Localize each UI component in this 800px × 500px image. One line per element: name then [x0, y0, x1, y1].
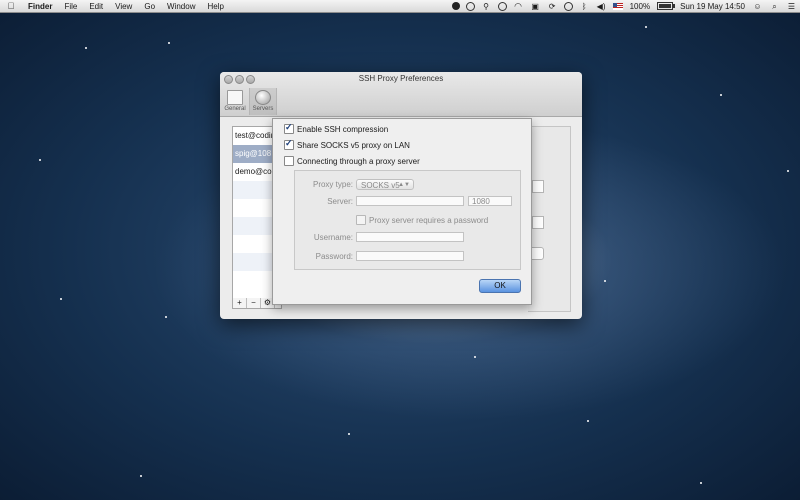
star: [39, 159, 41, 161]
server-label: Server:: [327, 197, 353, 206]
circle-icon[interactable]: [497, 1, 507, 11]
add-server-button[interactable]: +: [233, 298, 247, 308]
share-socks-label: Share SOCKS v5 proxy on LAN: [297, 140, 410, 150]
menu-finder[interactable]: Finder: [22, 2, 58, 11]
server-input[interactable]: [356, 196, 464, 206]
share-socks-row[interactable]: Share SOCKS v5 proxy on LAN: [284, 138, 410, 150]
antenna-icon[interactable]: ⚲: [481, 2, 492, 11]
details-field[interactable]: [532, 180, 544, 193]
sync-icon[interactable]: ⟳: [547, 2, 558, 11]
bluetooth-icon[interactable]: ᛒ: [579, 2, 590, 11]
menu-help[interactable]: Help: [201, 2, 229, 11]
toolbar-servers-tab[interactable]: Servers: [249, 88, 277, 115]
star: [348, 433, 350, 435]
proxy-server-group: Proxy type: SOCKS v5 ▲▼ Server: 1080 Pro…: [294, 170, 521, 270]
proxy-type-value: SOCKS v5: [361, 181, 400, 190]
requires-password-checkbox[interactable]: [356, 215, 366, 225]
menu-window[interactable]: Window: [161, 2, 201, 11]
ok-button[interactable]: OK: [479, 279, 521, 293]
details-field[interactable]: [532, 216, 544, 229]
share-socks-checkbox[interactable]: [284, 138, 294, 150]
star: [787, 170, 789, 172]
star: [700, 482, 702, 484]
clock[interactable]: Sun 19 May 14:50: [676, 2, 749, 11]
chevron-updown-icon: ▲▼: [398, 182, 410, 188]
star: [720, 94, 722, 96]
time-machine-icon[interactable]: [563, 1, 573, 11]
toolbar-general-label: General: [224, 106, 246, 112]
star: [60, 298, 62, 300]
requires-password-label: Proxy server requires a password: [369, 215, 489, 225]
through-proxy-label: Connecting through a proxy server: [297, 156, 420, 166]
title-bar: SSH Proxy Preferences General Servers: [220, 72, 582, 117]
app-status-icon[interactable]: [465, 1, 475, 11]
servers-icon: [255, 90, 271, 105]
wifi-icon[interactable]: ◠: [513, 1, 524, 11]
enable-compression-checkbox[interactable]: [284, 122, 294, 134]
enable-compression-row[interactable]: Enable SSH compression: [284, 122, 389, 134]
notification-center-icon[interactable]: ☰: [786, 2, 797, 11]
password-input[interactable]: [356, 251, 464, 261]
input-source-flag-icon[interactable]: [612, 2, 623, 10]
skype-icon[interactable]: [451, 2, 460, 10]
battery-percent[interactable]: 100%: [626, 2, 654, 11]
status-tray: ⚲ ◠ ▣ ⟳ ᛒ ◀) 100% Sun 19 May 14:50 ☺ ⌕ ☰: [449, 0, 800, 12]
spotlight-icon[interactable]: ⌕: [769, 2, 780, 11]
user-icon[interactable]: ☺: [752, 2, 763, 11]
username-input[interactable]: [356, 232, 464, 242]
through-proxy-row[interactable]: Connecting through a proxy server: [284, 156, 420, 166]
menu-view[interactable]: View: [109, 2, 138, 11]
toolbar-servers-label: Servers: [252, 106, 274, 112]
star: [168, 42, 170, 44]
menu-edit[interactable]: Edit: [83, 2, 109, 11]
star: [604, 280, 606, 282]
proxy-settings-sheet: Enable SSH compression Share SOCKS v5 pr…: [272, 118, 532, 305]
general-icon: [227, 90, 243, 105]
proxy-type-popup[interactable]: SOCKS v5 ▲▼: [356, 179, 414, 190]
username-label: Username:: [313, 233, 353, 242]
proxy-type-label: Proxy type:: [312, 180, 353, 189]
toolbar-general-tab[interactable]: General: [222, 88, 248, 115]
star: [474, 356, 476, 358]
star: [85, 47, 87, 49]
window-title: SSH Proxy Preferences: [358, 74, 444, 83]
requires-password-row[interactable]: Proxy server requires a password: [356, 215, 488, 225]
enable-compression-label: Enable SSH compression: [297, 124, 389, 134]
menu-bar:  Finder File Edit View Go Window Help ⚲…: [0, 0, 800, 13]
menu-go[interactable]: Go: [138, 2, 161, 11]
battery-icon[interactable]: [657, 2, 676, 10]
star: [645, 26, 647, 28]
through-proxy-checkbox[interactable]: [284, 156, 294, 166]
apple-icon[interactable]: : [0, 1, 22, 11]
volume-icon[interactable]: ◀): [596, 2, 607, 11]
menu-file[interactable]: File: [58, 2, 83, 11]
star: [140, 475, 142, 477]
lock-icon[interactable]: ▣: [530, 2, 541, 11]
star: [587, 420, 589, 422]
remove-server-button[interactable]: −: [247, 298, 261, 308]
server-details-panel: [528, 126, 571, 312]
password-label: Password:: [315, 252, 353, 261]
star: [165, 316, 167, 318]
port-input[interactable]: 1080: [468, 196, 512, 206]
